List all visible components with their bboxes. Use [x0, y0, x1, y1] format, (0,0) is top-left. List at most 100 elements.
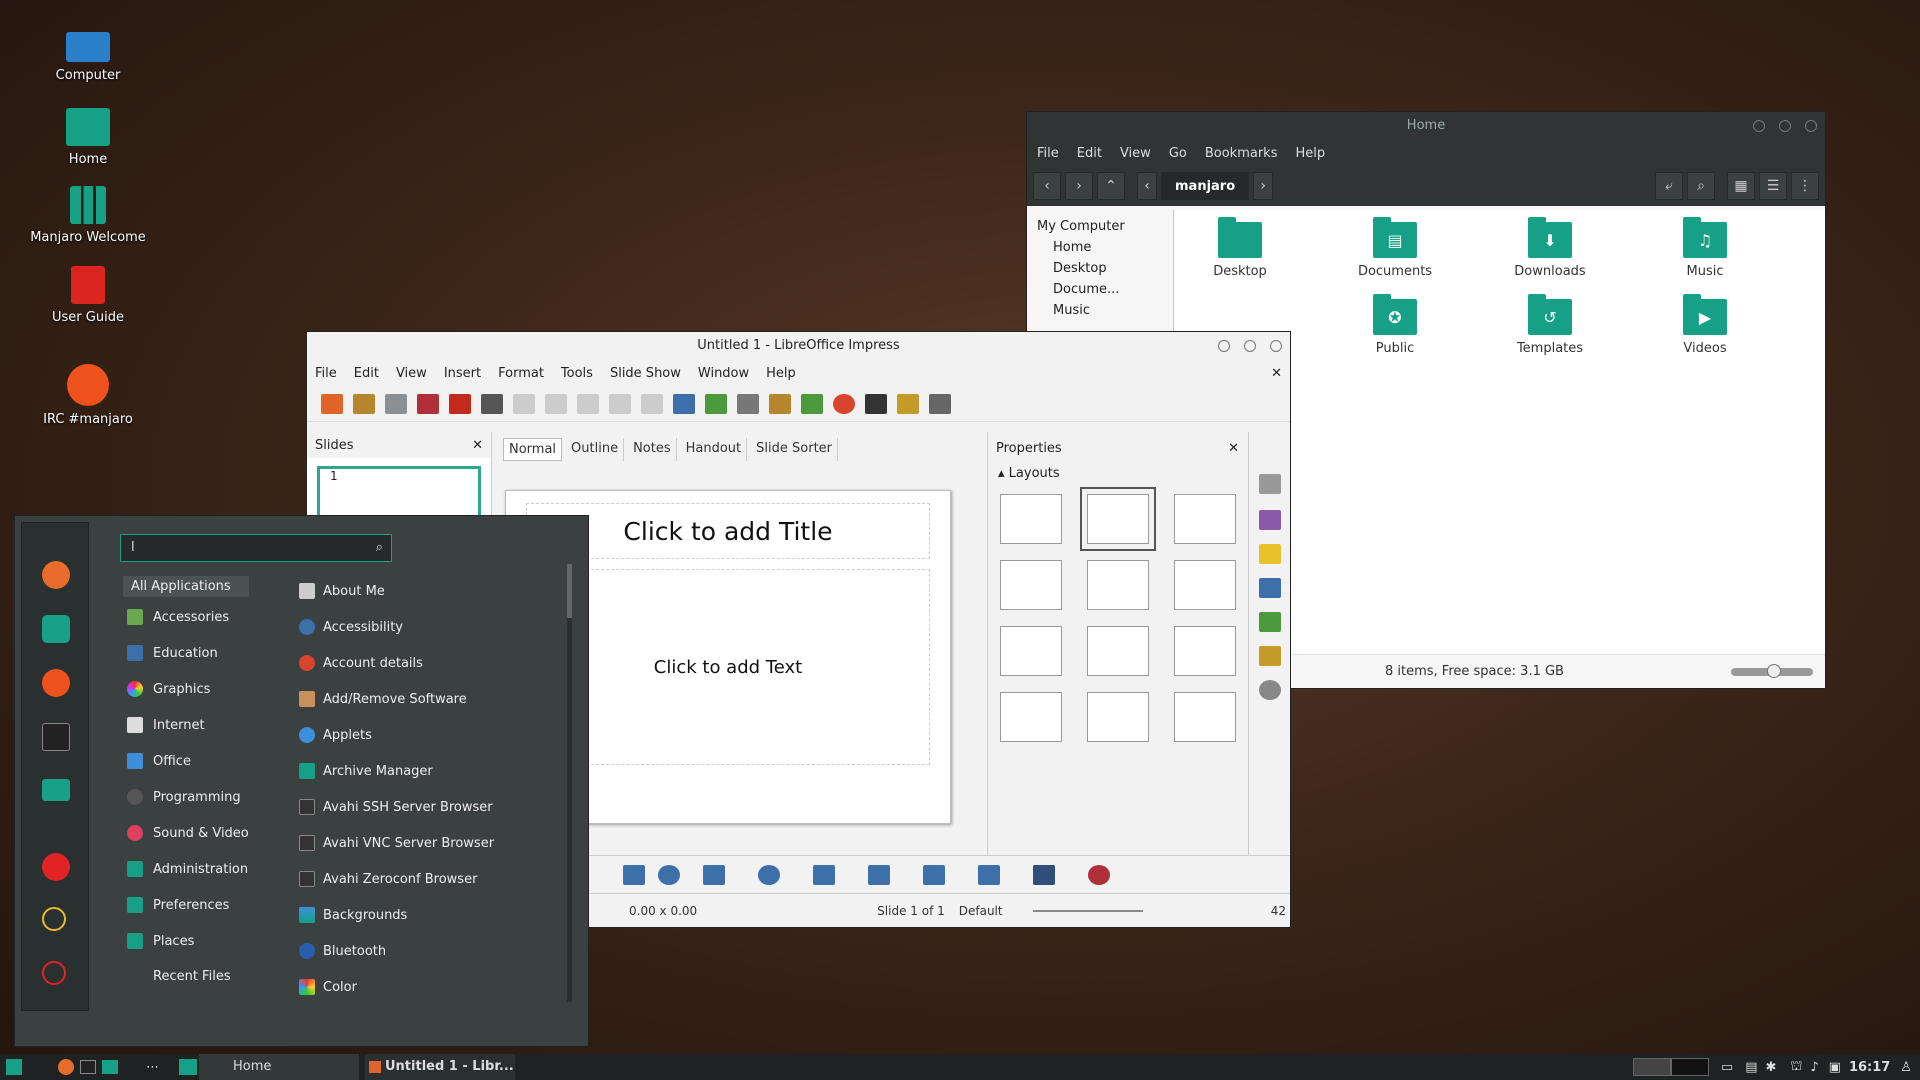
category-programming[interactable]: Programming: [127, 789, 241, 805]
image-icon[interactable]: [769, 393, 791, 414]
close-pane-icon[interactable]: ✕: [472, 438, 483, 453]
folder-templates[interactable]: ↺ Templates: [1485, 294, 1615, 356]
workspace-1[interactable]: [1632, 1058, 1671, 1076]
menu-insert[interactable]: Insert: [444, 366, 481, 381]
compact-view-button[interactable]: ⋮: [1791, 172, 1819, 200]
category-graphics[interactable]: Graphics: [127, 681, 210, 697]
power-icon[interactable]: [42, 961, 66, 985]
cut-icon[interactable]: [513, 393, 535, 414]
menu-window[interactable]: Window: [698, 366, 749, 381]
layout-title-content[interactable]: [1080, 487, 1156, 551]
find-icon[interactable]: [673, 393, 695, 414]
network-icon[interactable]: ⛫: [1790, 1059, 1802, 1076]
files-launcher-icon[interactable]: [102, 1060, 118, 1074]
layouts-section-header[interactable]: ▴ Layouts: [988, 464, 1247, 483]
animation-icon[interactable]: [1259, 544, 1281, 564]
lock-icon[interactable]: [42, 853, 70, 881]
workspace-2[interactable]: [1670, 1058, 1709, 1076]
folder-music[interactable]: ♫ Music: [1640, 217, 1770, 279]
firefox-launcher-icon[interactable]: [58, 1059, 74, 1075]
layout-centered[interactable]: [1174, 560, 1236, 610]
manjaro-menu-icon[interactable]: [6, 1059, 22, 1075]
layout-3[interactable]: [1000, 626, 1062, 676]
sidebar-header[interactable]: My Computer: [1027, 216, 1173, 237]
rectangle-icon[interactable]: [623, 865, 645, 885]
styles-icon[interactable]: [1259, 612, 1281, 632]
category-recent-files[interactable]: Recent Files: [153, 969, 231, 984]
spelling-icon[interactable]: [705, 393, 727, 414]
menu-view[interactable]: View: [1120, 146, 1151, 161]
fontwork-icon[interactable]: [897, 393, 919, 414]
stars-icon[interactable]: [978, 865, 1000, 885]
basic-shapes-icon[interactable]: [703, 865, 725, 885]
volume-icon[interactable]: ♪: [1810, 1060, 1818, 1075]
layout-6[interactable]: [1000, 692, 1062, 742]
calendar-icon[interactable]: ▣: [1829, 1060, 1841, 1075]
3d-objects-icon[interactable]: [1033, 865, 1055, 885]
undo-icon[interactable]: [609, 393, 631, 414]
folder-downloads[interactable]: ⬇ Downloads: [1485, 217, 1615, 279]
task-impress[interactable]: Untitled 1 - Libr...: [365, 1054, 515, 1080]
gallery-icon[interactable]: [1259, 646, 1281, 666]
breadcrumb-left-button[interactable]: ‹: [1137, 172, 1157, 200]
layout-title-only[interactable]: [1087, 560, 1149, 610]
block-arrows-icon[interactable]: [813, 865, 835, 885]
zoom-slider[interactable]: [1731, 663, 1813, 678]
category-education[interactable]: Education: [127, 645, 218, 661]
rotate-icon[interactable]: [1088, 865, 1110, 885]
clock[interactable]: 16:17: [1849, 1060, 1890, 1075]
task-home[interactable]: Home: [199, 1054, 359, 1080]
breadcrumb[interactable]: manjaro: [1161, 172, 1250, 200]
window-titlebar[interactable]: Untitled 1 - LibreOffice Impress: [307, 332, 1290, 360]
folder-public[interactable]: ✪ Public: [1330, 294, 1460, 356]
print-icon[interactable]: [481, 393, 503, 414]
new-icon[interactable]: [321, 393, 343, 414]
open-icon[interactable]: [353, 393, 375, 414]
user-icon[interactable]: ♙: [1900, 1060, 1912, 1075]
media-icon[interactable]: [833, 393, 855, 414]
app-archive-manager[interactable]: Archive Manager: [299, 763, 433, 779]
show-desktop-icon[interactable]: ⋯: [146, 1060, 159, 1075]
layout-8[interactable]: [1174, 692, 1236, 742]
sidebar-item-desktop[interactable]: Desktop: [1027, 258, 1173, 279]
search-input[interactable]: l ⌕: [120, 534, 392, 562]
app-add-remove-software[interactable]: Add/Remove Software: [299, 691, 467, 707]
layout-blank[interactable]: [1000, 494, 1062, 544]
app-applets[interactable]: Applets: [299, 727, 372, 743]
properties-icon[interactable]: [1259, 474, 1281, 494]
toggle-location-button[interactable]: ⤶: [1655, 172, 1683, 200]
clipboard-icon[interactable]: ▤: [1745, 1060, 1757, 1075]
search-button[interactable]: ⌕: [1687, 172, 1715, 200]
table-icon[interactable]: [737, 393, 759, 414]
menu-file[interactable]: File: [1037, 146, 1059, 161]
tab-outline[interactable]: Outline: [566, 438, 625, 461]
pdf-icon[interactable]: [449, 393, 471, 414]
save-icon[interactable]: [385, 393, 407, 414]
scrollbar[interactable]: [567, 564, 572, 1002]
paste-icon[interactable]: [577, 393, 599, 414]
master-slides-icon[interactable]: [1259, 578, 1281, 598]
menu-help[interactable]: Help: [1295, 146, 1325, 161]
chart-icon[interactable]: [801, 393, 823, 414]
sidebar-item-music[interactable]: Music: [1027, 300, 1173, 321]
menu-slide-show[interactable]: Slide Show: [610, 366, 681, 381]
tab-normal[interactable]: Normal: [503, 438, 563, 461]
minimize-button[interactable]: [1218, 340, 1230, 352]
category-office[interactable]: Office: [127, 753, 191, 769]
copy-icon[interactable]: [545, 393, 567, 414]
app-accessibility[interactable]: Accessibility: [299, 619, 403, 635]
category-internet[interactable]: Internet: [127, 717, 205, 733]
app-avahi-ssh[interactable]: Avahi SSH Server Browser: [299, 799, 493, 815]
up-button[interactable]: ⌃: [1097, 172, 1125, 200]
app-avahi-zeroconf[interactable]: Avahi Zeroconf Browser: [299, 871, 477, 887]
folder-documents[interactable]: ▤ Documents: [1330, 217, 1460, 279]
menu-view[interactable]: View: [396, 366, 427, 381]
menu-format[interactable]: Format: [498, 366, 544, 381]
desktop-icon-irc[interactable]: IRC #manjaro: [28, 364, 148, 427]
category-places[interactable]: Places: [127, 933, 194, 949]
minimize-button[interactable]: [1753, 120, 1765, 132]
folder-desktop[interactable]: Desktop: [1175, 217, 1305, 279]
ellipse-icon[interactable]: [658, 865, 680, 885]
menu-go[interactable]: Go: [1169, 146, 1187, 161]
settings-icon[interactable]: ✱: [1766, 1060, 1777, 1075]
